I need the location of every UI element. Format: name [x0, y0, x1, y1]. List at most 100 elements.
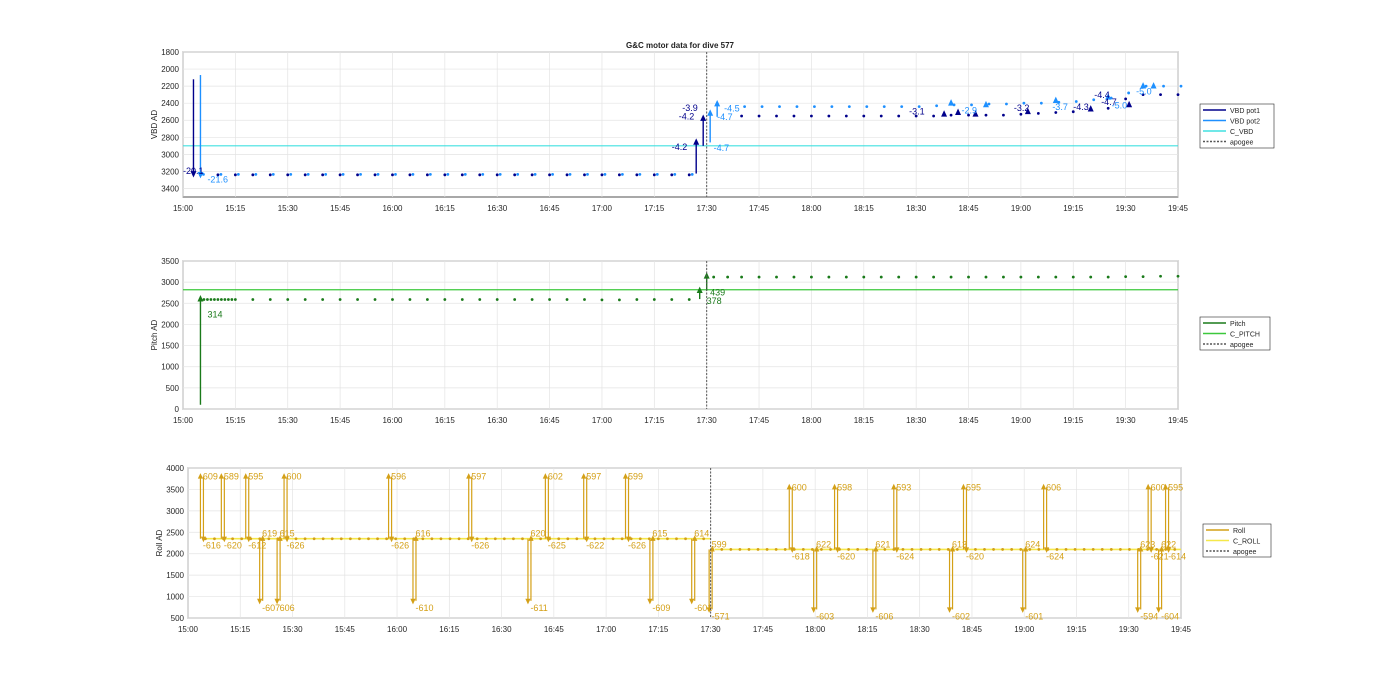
roll-ylabel: Roll AD — [155, 529, 164, 556]
roll-data-label: 616 — [415, 529, 430, 539]
roll-point — [430, 537, 434, 541]
roll-data-label: 602 — [548, 472, 563, 482]
roll-point — [231, 537, 234, 541]
roll-data-label: 615 — [652, 529, 667, 539]
pot2-point — [498, 172, 502, 176]
roll-xtick-label: 19:45 — [1171, 625, 1192, 634]
roll-data-label: 622 — [816, 539, 831, 549]
pitch-point — [206, 298, 209, 301]
pitch-point — [1141, 275, 1145, 279]
roll-legend: Roll C_ROLLapogee — [1202, 523, 1272, 558]
pot1-point — [1159, 93, 1162, 97]
vbd-ytick-label: 3200 — [161, 167, 179, 176]
roll-legend-entry: C_ROLL — [1233, 538, 1260, 545]
vbd-data-label: -2.9 — [962, 105, 978, 115]
roll-xtick-label: 19:15 — [1066, 625, 1087, 634]
roll-data-label: -603 — [816, 611, 834, 621]
vbd-data-label: -5.0 — [1112, 100, 1128, 110]
roll-point — [1019, 548, 1023, 551]
roll-xtick-label: 16:15 — [439, 625, 460, 634]
pot1-point — [984, 113, 988, 117]
roll-point — [358, 537, 361, 541]
roll-point — [1010, 548, 1014, 551]
roll-point — [602, 537, 606, 541]
pitch-point — [618, 298, 621, 302]
vbd-data-label: -20.1 — [183, 166, 204, 176]
roll-point — [684, 537, 687, 541]
roll-data-label: 596 — [391, 472, 406, 482]
pitch-point — [897, 275, 901, 279]
roll-point — [638, 537, 642, 541]
pot2-point — [795, 105, 799, 108]
roll-point — [729, 548, 733, 551]
roll-data-label: 598 — [837, 482, 852, 492]
roll-point — [294, 537, 298, 541]
pitch-point — [209, 298, 213, 301]
pot1-point — [460, 173, 464, 177]
vbd-ytick-label: 1800 — [161, 48, 179, 57]
pot1-point — [687, 173, 691, 177]
vbd-xtick-label: 16:45 — [540, 204, 561, 213]
pitch-xtick-label: 15:00 — [173, 416, 194, 425]
pitch-point — [223, 298, 227, 301]
pitch-point — [757, 275, 761, 279]
roll-data-label: -610 — [415, 603, 433, 613]
vbd-data-label: -4.2 — [679, 111, 695, 121]
pot2-point — [306, 172, 310, 176]
pot2-point — [760, 105, 764, 108]
roll-data-label: -626 — [471, 541, 489, 551]
roll-point — [348, 537, 352, 541]
roll-xtick-label: 16:30 — [492, 625, 513, 634]
roll-point — [457, 537, 461, 541]
pot2-point — [935, 104, 939, 108]
pot1-point — [897, 114, 901, 118]
roll-xtick-label: 18:15 — [857, 625, 878, 634]
pitch-ytick-label: 0 — [175, 405, 180, 414]
roll-point — [394, 537, 398, 541]
pot1-point — [565, 173, 569, 177]
pitch-point — [216, 298, 220, 301]
pot1-point — [408, 173, 412, 177]
pot1-point — [478, 173, 482, 177]
roll-data-label: 593 — [896, 482, 911, 492]
vbd-legend: VBD pot1 VBD pot2 C_VBDapogee — [1199, 103, 1275, 149]
pot1-point — [495, 173, 499, 177]
roll-point — [575, 537, 579, 541]
pot1-point — [373, 173, 377, 177]
vbd-xtick-label: 15:30 — [278, 204, 299, 213]
roll-point — [303, 537, 307, 541]
pot2-point — [1127, 91, 1131, 95]
pot1-point — [618, 173, 621, 177]
roll-point — [448, 537, 452, 541]
vbd-ytick-label: 3000 — [161, 150, 179, 159]
pitch-data-label: 439 — [710, 288, 725, 298]
pot2-point — [324, 172, 328, 176]
pot1-point — [356, 173, 359, 177]
roll-xtick-label: 15:00 — [178, 625, 199, 634]
pitch-point — [391, 298, 394, 301]
pot2-point — [882, 105, 886, 108]
vbd-ylabel: VBD AD — [150, 110, 159, 140]
vbd-data-label: -3.1 — [909, 106, 925, 116]
pitch-xtick-label: 16:45 — [540, 416, 561, 425]
pitch-point — [565, 298, 569, 301]
roll-xtick-label: 15:30 — [283, 625, 304, 634]
pot2-point — [865, 105, 869, 108]
roll-data-label: -622 — [586, 541, 604, 551]
vbd-xtick-label: 17:15 — [644, 204, 665, 213]
pitch-point — [460, 298, 464, 301]
pot2-point — [987, 102, 991, 106]
pitch-xtick-label: 18:30 — [906, 416, 927, 425]
roll-point — [502, 537, 506, 541]
vbd-data-label: -3.7 — [1052, 102, 1068, 112]
pitch-ylabel: Pitch AD — [150, 319, 159, 350]
vbd-legend-entry: apogee — [1230, 139, 1253, 146]
roll-point — [376, 537, 379, 541]
pot2-point — [289, 172, 293, 176]
roll-point — [213, 537, 216, 541]
roll-data-label: 606 — [280, 603, 295, 613]
vbd-xtick-label: 18:00 — [801, 204, 822, 213]
roll-ytick-label: 3000 — [166, 507, 184, 516]
roll-point — [847, 548, 851, 551]
pitch-point — [1159, 274, 1162, 278]
